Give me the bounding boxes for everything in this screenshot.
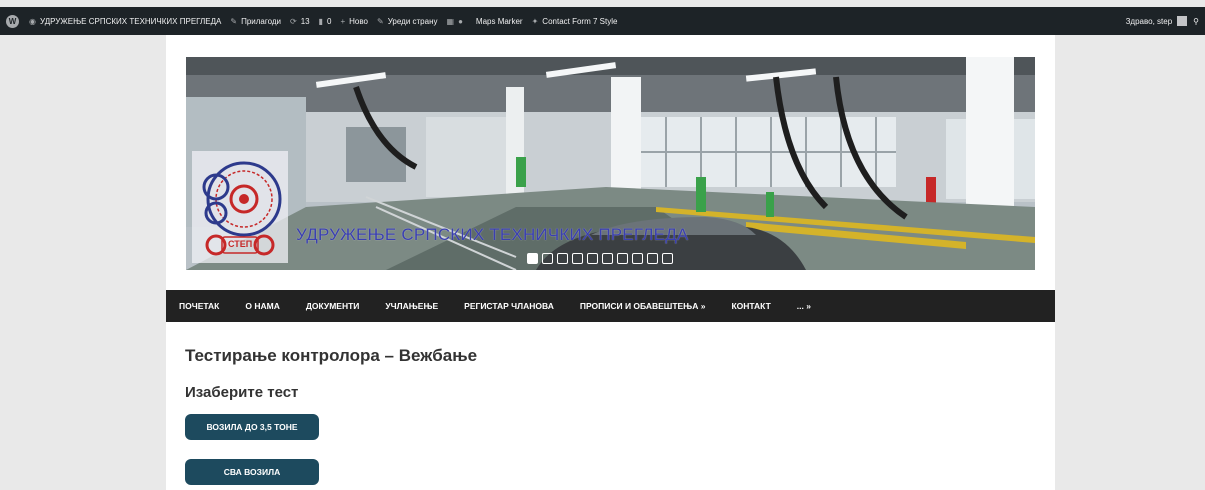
dashboard-icon: ◉: [29, 16, 36, 26]
adminbar-yoast[interactable]: ▦ ●: [447, 17, 467, 26]
adminbar-cf7-style[interactable]: ✦ Contact Form 7 Style: [532, 17, 618, 26]
header-slider[interactable]: СТЕП УДРУЖЕЊЕ СРПСКИХ ТЕХНИЧКИХ ПРЕГЛЕДА: [186, 57, 1035, 270]
adminbar-comments-count: 0: [327, 16, 332, 26]
wordpress-logo-icon[interactable]: W: [6, 14, 19, 28]
nav-item-member-registry[interactable]: РЕГИСТАР ЧЛАНОВА: [464, 301, 554, 311]
adminbar-cf7-style-label: Contact Form 7 Style: [542, 16, 618, 26]
all-vehicles-button[interactable]: СВА ВОЗИЛА: [185, 459, 319, 485]
comment-icon: ▮: [318, 16, 324, 26]
section-subtitle: Изаберите тест: [185, 384, 299, 401]
slider-dot[interactable]: [557, 253, 568, 264]
site-title[interactable]: УДРУЖЕЊЕ СРПСКИХ ТЕХНИЧКИХ ПРЕГЛЕДА: [296, 225, 688, 245]
slider-dot[interactable]: [587, 253, 598, 264]
logo-text: СТЕП: [228, 239, 253, 249]
nav-item-membership[interactable]: УЧЛАЊЕЊЕ: [385, 301, 438, 311]
brush-icon: ✎: [230, 16, 238, 26]
nav-item-documents[interactable]: ДОКУМЕНТИ: [306, 301, 360, 311]
vehicles-up-to-3-5-tons-button[interactable]: ВОЗИЛА ДО 3,5 ТОНЕ: [185, 414, 319, 440]
yoast-icon: ▦: [446, 16, 455, 26]
avatar: [1177, 16, 1188, 26]
adminbar-updates[interactable]: ⟳ 13: [290, 17, 310, 26]
slider-dot[interactable]: [602, 253, 613, 264]
adminbar-site-name-label: УДРУЖЕЊЕ СРПСКИХ ТЕХНИЧКИХ ПРЕГЛЕДА: [39, 16, 222, 26]
adminbar-new-label: Ново: [349, 16, 368, 26]
adminbar-account[interactable]: Здраво, step ⚲: [1126, 16, 1199, 26]
page-container: СТЕП УДРУЖЕЊЕ СРПСКИХ ТЕХНИЧКИХ ПРЕГЛЕДА…: [166, 35, 1055, 490]
adminbar-customize-label: Прилагоди: [241, 16, 282, 26]
updates-icon: ⟳: [290, 16, 297, 26]
slider-dot[interactable]: [572, 253, 583, 264]
admin-bar: W ◉ УДРУЖЕЊЕ СРПСКИХ ТЕХНИЧКИХ ПРЕГЛЕДА …: [0, 7, 1205, 35]
association-logo[interactable]: СТЕП: [192, 151, 288, 263]
adminbar-updates-count: 13: [300, 16, 310, 26]
slider-dot[interactable]: [662, 253, 673, 264]
nav-item-regulations[interactable]: ПРОПИСИ И ОБАВЕШТЕЊА »: [580, 301, 706, 311]
status-dot-icon: ●: [458, 16, 463, 26]
adminbar-greeting: Здраво, step: [1125, 16, 1173, 26]
search-icon[interactable]: ⚲: [1193, 17, 1199, 26]
adminbar-comments[interactable]: ▮ 0: [319, 17, 332, 26]
adminbar-customize[interactable]: ✎ Прилагоди: [230, 17, 281, 26]
adminbar-new[interactable]: + Ново: [340, 17, 368, 26]
adminbar-edit-page-label: Уреди страну: [387, 16, 438, 26]
bird-icon: ✦: [531, 16, 539, 26]
slider-dot[interactable]: [542, 253, 553, 264]
main-navigation: ПОЧЕТАК О НАМА ДОКУМЕНТИ УЧЛАЊЕЊЕ РЕГИСТ…: [166, 290, 1055, 322]
nav-item-about[interactable]: О НАМА: [245, 301, 279, 311]
plus-icon: +: [340, 16, 346, 26]
slider-dot[interactable]: [527, 253, 538, 264]
nav-item-more[interactable]: ... »: [797, 301, 811, 311]
slider-dot[interactable]: [617, 253, 628, 264]
adminbar-site-name[interactable]: ◉ УДРУЖЕЊЕ СРПСКИХ ТЕХНИЧКИХ ПРЕГЛЕДА: [29, 17, 221, 26]
adminbar-edit-page[interactable]: ✎ Уреди страну: [377, 17, 438, 26]
adminbar-maps-marker-label: Maps Marker: [475, 16, 523, 26]
pencil-icon: ✎: [377, 16, 384, 26]
slider-dots: [527, 253, 673, 264]
slider-dot[interactable]: [632, 253, 643, 264]
page-title: Тестирање контролора – Вежбање: [185, 346, 478, 365]
slider-dot[interactable]: [647, 253, 658, 264]
adminbar-maps-marker[interactable]: Maps Marker: [476, 17, 523, 26]
nav-item-contact[interactable]: КОНТАКТ: [731, 301, 770, 311]
nav-item-home[interactable]: ПОЧЕТАК: [179, 301, 219, 311]
